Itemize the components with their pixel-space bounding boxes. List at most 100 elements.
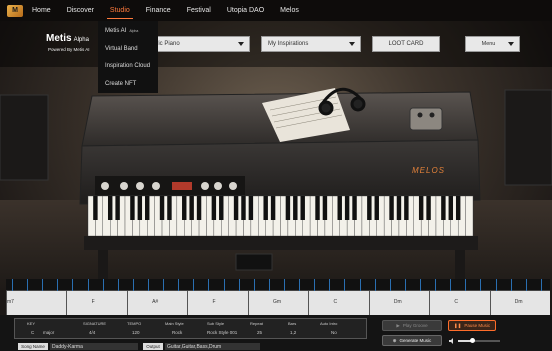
black-key: [130, 196, 135, 220]
menu-item-virtual-band[interactable]: Virtual Band: [98, 41, 158, 59]
song-settings-table: KEY SIGNATURE TEMPO Main Style Sub Style…: [14, 318, 367, 339]
black-key: [404, 196, 409, 220]
loot-card-button[interactable]: LOOT CARD: [372, 36, 440, 52]
timeline-tick: [193, 279, 195, 291]
menu-item-metis-ai[interactable]: Metis AI Alpha: [98, 23, 158, 41]
play-groove-label: Play Groove: [402, 323, 428, 328]
timeline-tick: [435, 279, 437, 291]
nav-utopia-dao[interactable]: Utopia DAO: [227, 0, 264, 21]
black-key: [93, 196, 98, 220]
chord-cell[interactable]: Gm: [247, 291, 308, 315]
effect-pedal: [409, 107, 443, 131]
song-name-field[interactable]: Daddy-Karma: [50, 343, 138, 350]
black-key: [137, 196, 143, 220]
timeline-tick: [510, 279, 512, 291]
timeline-tick: [420, 279, 421, 291]
chord-cell[interactable]: Dm: [368, 291, 429, 315]
timeline-tick: [87, 279, 89, 291]
black-key: [115, 196, 120, 220]
chord-cell[interactable]: F: [66, 291, 126, 315]
studio-stage: M Home Discover Studio Finance Festival …: [0, 0, 552, 351]
cell-auto-intro[interactable]: No: [331, 330, 337, 335]
chord-cell[interactable]: C: [308, 291, 368, 315]
black-key: [396, 196, 402, 220]
timeline-tick: [344, 279, 346, 291]
menu-item-create-nft[interactable]: Create NFT: [98, 76, 158, 94]
black-key: [270, 196, 276, 220]
black-key: [145, 196, 150, 220]
header-bars: Bars: [288, 321, 297, 326]
play-icon: ▶: [396, 322, 400, 328]
left-amp: [0, 94, 49, 181]
timeline-tick: [208, 279, 210, 291]
nav-festival[interactable]: Festival: [187, 0, 211, 21]
top-navigation: M Home Discover Studio Finance Festival …: [0, 0, 552, 21]
chord-cell[interactable]: C: [429, 291, 489, 315]
volume-knob[interactable]: [470, 338, 476, 343]
cell-sub-style[interactable]: Rock Style 001: [207, 330, 237, 335]
timeline-tick: [495, 279, 497, 291]
cell-signature[interactable]: 4/4: [89, 330, 95, 335]
volume-icon[interactable]: [448, 337, 456, 345]
black-key: [241, 196, 246, 220]
black-key: [315, 196, 320, 220]
timeline-tick: [57, 279, 59, 291]
black-key: [389, 196, 394, 220]
chord-timeline[interactable]: m7 F A# F Gm C Dm C Dm: [6, 279, 550, 315]
chord-cell[interactable]: Dm: [489, 291, 550, 315]
cell-mode[interactable]: major: [43, 330, 54, 335]
black-key: [285, 196, 291, 220]
generate-icon: ⊕: [392, 337, 397, 343]
chevron-down-icon: [238, 42, 244, 46]
brand-title-suffix: Alpha: [73, 37, 89, 43]
header-sub-style: Sub Style: [207, 321, 225, 326]
chord-label: Gm: [272, 299, 282, 305]
timeline-tick: [238, 279, 240, 291]
cell-key[interactable]: C: [31, 330, 34, 335]
timeline-tick: [12, 279, 13, 291]
timeline-tick: [389, 279, 391, 291]
chord-label: A#: [152, 299, 159, 305]
timeline-ruler: [6, 279, 550, 291]
black-key: [167, 196, 172, 220]
black-key: [367, 196, 372, 220]
cell-tempo[interactable]: 120: [132, 330, 140, 335]
bottom-panel: KEY SIGNATURE TEMPO Main Style Sub Style…: [0, 315, 552, 351]
black-key: [263, 196, 268, 220]
play-groove-button[interactable]: ▶ Play Groove: [382, 320, 442, 331]
header-tempo: TEMPO: [127, 321, 142, 326]
nav-home[interactable]: Home: [32, 0, 51, 21]
inspiration-select[interactable]: My Inspirations: [261, 36, 361, 52]
black-key: [182, 196, 187, 220]
timeline-tick: [284, 279, 285, 291]
nav-melos[interactable]: Melos: [280, 0, 299, 21]
black-key: [344, 196, 350, 220]
menu-button[interactable]: Menu: [465, 36, 520, 52]
chord-cell[interactable]: A#: [126, 291, 187, 315]
generate-music-button[interactable]: ⊕ Generate Music: [382, 335, 442, 346]
inspiration-select-value: My Inspirations: [268, 41, 309, 47]
cell-repeat[interactable]: 25: [257, 330, 262, 335]
chord-label: F: [91, 299, 95, 305]
black-key: [159, 196, 165, 220]
black-key: [219, 196, 224, 220]
menu-item-inspiration-cloud[interactable]: Inspiration Cloud: [98, 58, 158, 76]
menu-button-label: Menu: [481, 41, 496, 47]
volume-slider[interactable]: [458, 338, 500, 343]
nav-finance[interactable]: Finance: [146, 0, 171, 21]
black-key: [426, 196, 431, 220]
app-logo[interactable]: M: [7, 4, 23, 17]
chord-cell[interactable]: F: [187, 291, 247, 315]
cell-bars[interactable]: 1,2: [290, 330, 296, 335]
pause-icon: ❚❚: [453, 322, 462, 328]
header-main-style: Main Style: [165, 321, 184, 326]
chord-label: Dm: [514, 299, 523, 305]
chord-cell[interactable]: m7: [6, 291, 66, 315]
cell-main-style[interactable]: Rock: [172, 330, 182, 335]
nav-studio[interactable]: Studio: [106, 0, 133, 21]
timeline-tick: [299, 279, 301, 291]
studio-dropdown-menu: Metis AI Alpha Virtual Band Inspiration …: [98, 21, 158, 93]
nav-discover[interactable]: Discover: [67, 0, 94, 21]
pause-music-button[interactable]: ❚❚ Pause Music: [448, 320, 496, 331]
output-field[interactable]: Guitar,Guitar,Bass,Drum: [165, 343, 260, 350]
